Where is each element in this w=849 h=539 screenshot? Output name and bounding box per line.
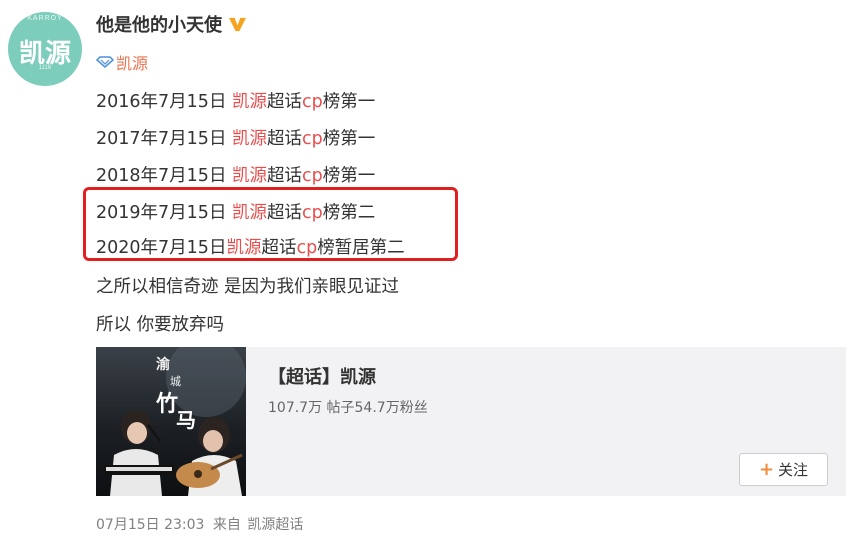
rank-text: 榜第一 xyxy=(322,92,376,112)
svg-text:马: 马 xyxy=(176,408,196,432)
topic-link[interactable]: 凯源 xyxy=(232,92,267,112)
post-line-7: 所以 你要放弃吗 xyxy=(96,315,225,335)
post-line-1: 2016年7月15日 凯源超话cp榜第一 xyxy=(96,88,375,113)
svg-text:城: 城 xyxy=(170,375,181,388)
cp-text: cp xyxy=(302,92,323,112)
post-footer: 07月15日 23:03 来自 凯源超话 xyxy=(96,514,303,534)
post-line-6: 之所以相信奇迹 是因为我们亲眼见证过 xyxy=(96,277,400,297)
line-text: 超话 xyxy=(267,129,303,149)
date-text: 2017年7月15日 xyxy=(96,129,233,149)
card-cover-image[interactable]: 渝 城 竹 马 xyxy=(96,347,246,496)
topic-tag[interactable]: 凯源 xyxy=(96,50,148,74)
card-stats: 107.7万 帖子54.7万粉丝 xyxy=(268,400,428,416)
svg-text:竹: 竹 xyxy=(155,391,178,417)
from-label: 来自 xyxy=(212,517,241,533)
follow-button[interactable]: + 关注 xyxy=(739,453,828,486)
topic-link[interactable]: 凯源 xyxy=(232,129,267,149)
avatar-sub-text: 1116 xyxy=(38,65,52,71)
username[interactable]: 他是他的小天使 xyxy=(96,11,247,37)
diamond-icon xyxy=(96,56,114,68)
source-link[interactable]: 凯源超话 xyxy=(247,517,303,533)
avatar-ring-text: KARROY xyxy=(27,15,63,22)
line-text: 超话 xyxy=(267,166,303,186)
v-badge-icon xyxy=(229,17,246,31)
topic-tag-label: 凯源 xyxy=(116,54,149,73)
topic-link[interactable]: 凯源 xyxy=(232,166,267,186)
post-line-2: 2017年7月15日 凯源超话cp榜第一 xyxy=(96,125,375,150)
username-text: 他是他的小天使 xyxy=(96,15,222,36)
post-time[interactable]: 07月15日 23:03 xyxy=(96,517,204,533)
super-topic-card[interactable]: 渝 城 竹 马 【超话】凯源 107.7万 帖子54.7万粉丝 + 关注 xyxy=(96,347,846,496)
card-title[interactable]: 【超话】凯源 xyxy=(268,363,376,389)
cp-text: cp xyxy=(302,129,323,149)
cp-text: cp xyxy=(302,166,323,186)
post-line-3: 2018年7月15日 凯源超话cp榜第一 xyxy=(96,162,375,187)
cover-illustration: 渝 城 竹 马 xyxy=(96,347,246,496)
plus-icon: + xyxy=(758,459,775,480)
rank-text: 榜第一 xyxy=(322,129,376,149)
date-text: 2018年7月15日 xyxy=(96,166,233,186)
rank-text: 榜第一 xyxy=(322,166,376,186)
follow-label: 关注 xyxy=(778,461,809,479)
highlight-box xyxy=(83,187,458,261)
date-text: 2016年7月15日 xyxy=(96,92,233,112)
avatar[interactable]: KARROY 凯源 1116 xyxy=(8,12,82,86)
line-text: 超话 xyxy=(267,92,303,112)
cover-text: 渝 xyxy=(156,356,171,373)
